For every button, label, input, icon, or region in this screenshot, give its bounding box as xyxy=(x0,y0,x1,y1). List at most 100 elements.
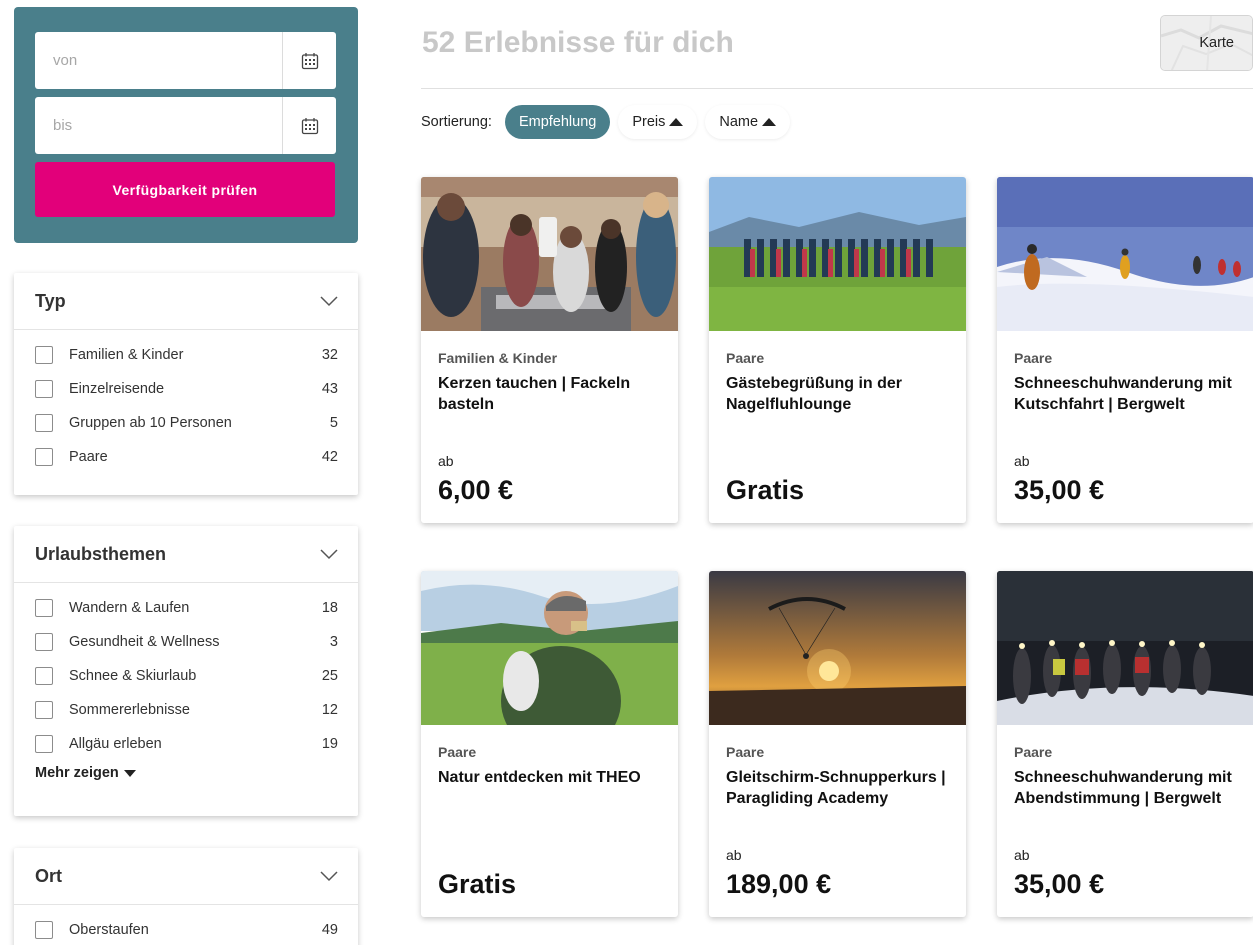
experience-card[interactable]: Paare Schneeschuhwanderung mit Abendstim… xyxy=(997,571,1253,917)
filter-option[interactable]: Paare 42 xyxy=(35,440,338,474)
experience-price: 35,00 € xyxy=(1014,869,1105,899)
filter-option-count: 19 xyxy=(321,736,338,752)
header-divider xyxy=(421,88,1253,89)
experience-category: Paare xyxy=(1014,744,1053,760)
sort-empfehlung-button[interactable]: Empfehlung xyxy=(504,105,611,139)
filter-option-label: Gesundheit & Wellness xyxy=(69,634,220,650)
chevron-down-icon[interactable] xyxy=(320,870,338,882)
filter-urlaubsthemen-title: Urlaubsthemen xyxy=(35,543,167,564)
experience-category: Paare xyxy=(438,744,477,760)
check-availability-button[interactable]: Verfügbarkeit prüfen xyxy=(35,162,335,217)
filter-option-count: 25 xyxy=(321,668,338,684)
experience-price: Gratis xyxy=(438,869,517,899)
experience-price: 6,00 € xyxy=(438,475,514,505)
filter-option[interactable]: Einzelreisende 43 xyxy=(35,372,338,406)
filter-option[interactable]: Gesundheit & Wellness 3 xyxy=(35,625,338,659)
experience-card[interactable]: Familien & Kinder Kerzen tauchen | Facke… xyxy=(421,177,678,523)
filter-option[interactable]: Familien & Kinder 32 xyxy=(35,338,338,372)
map-button[interactable]: Karte xyxy=(1160,15,1253,71)
experience-title: Kerzen tauchen | Fackeln basteln xyxy=(438,375,631,413)
checkbox[interactable] xyxy=(35,921,53,939)
checkbox[interactable] xyxy=(35,667,53,685)
experience-title: Natur entdecken mit THEO xyxy=(438,769,641,786)
filter-option-label: Oberstaufen xyxy=(69,922,149,938)
filter-option[interactable]: Gruppen ab 10 Personen 5 xyxy=(35,406,338,440)
filter-option[interactable]: Allgäu erleben 19 xyxy=(35,727,338,761)
experience-photo-candle-workshop xyxy=(421,177,678,331)
caret-down-icon xyxy=(123,769,136,777)
experience-price-prefix: ab xyxy=(438,453,454,469)
results-title: 52 Erlebnisse für dich xyxy=(422,26,734,59)
filter-option-label: Wandern & Laufen xyxy=(69,600,190,616)
show-more-label: Mehr zeigen xyxy=(35,765,119,781)
experience-category: Paare xyxy=(1014,350,1053,366)
checkbox[interactable] xyxy=(35,599,53,617)
sort-label: Sortierung: xyxy=(421,114,492,130)
experience-card[interactable]: Paare Schneeschuhwanderung mit Kutschfah… xyxy=(997,177,1253,523)
date-to-placeholder: bis xyxy=(53,117,73,134)
experience-photo-paragliding xyxy=(709,571,966,725)
experience-card[interactable]: Paare Gästebegrüßung in der Nagelfluhlou… xyxy=(709,177,966,523)
checkbox[interactable] xyxy=(35,633,53,651)
experience-title: Schneeschuhwanderung mit Abendstimmung |… xyxy=(1014,769,1232,807)
experience-price-prefix xyxy=(438,847,661,865)
filter-option-count: 42 xyxy=(321,449,338,465)
filter-option-label: Schnee & Skiurlaub xyxy=(69,668,197,684)
checkbox[interactable] xyxy=(35,735,53,753)
sort-name-button[interactable]: Name xyxy=(705,105,791,139)
experience-title: Gleitschirm-Schnupperkurs | Paragliding … xyxy=(726,769,946,807)
experience-card[interactable]: Paare Gleitschirm-Schnupperkurs | Paragl… xyxy=(709,571,966,917)
filter-option-count: 18 xyxy=(321,600,338,616)
filter-ort: Ort Oberstaufen 49 xyxy=(14,848,358,945)
filter-option-count: 43 xyxy=(321,381,338,397)
filter-option-count: 49 xyxy=(321,922,338,938)
experience-photo-nature-guide xyxy=(421,571,678,725)
filter-option-count: 12 xyxy=(321,702,338,718)
experience-category: Paare xyxy=(726,744,765,760)
filter-typ-title: Typ xyxy=(35,290,66,311)
checkbox[interactable] xyxy=(35,414,53,432)
experience-card[interactable]: Paare Natur entdecken mit THEO Gratis xyxy=(421,571,678,917)
chevron-down-icon[interactable] xyxy=(320,548,338,560)
show-more-link[interactable]: Mehr zeigen xyxy=(35,765,136,781)
experience-price: 189,00 € xyxy=(726,869,832,899)
filter-typ: Typ Familien & Kinder 32 Einzelreisende 43… xyxy=(14,273,358,495)
checkbox[interactable] xyxy=(35,346,53,364)
filter-option[interactable]: Oberstaufen 49 xyxy=(35,913,338,945)
experience-photo-snowshoe-day xyxy=(997,177,1253,331)
experience-price-prefix: ab xyxy=(1014,847,1030,863)
filter-urlaubsthemen: Urlaubsthemen Wandern & Laufen 18 Gesundh… xyxy=(14,526,358,816)
date-panel: von bis Verfügbarkeit prüfen xyxy=(14,7,358,243)
date-from-field[interactable]: von xyxy=(35,32,336,89)
experience-price-prefix xyxy=(726,453,949,471)
experience-title: Gästebegrüßung in der Nagelfluhlounge xyxy=(726,375,903,413)
filter-ort-header[interactable]: Ort xyxy=(14,848,358,905)
calendar-icon[interactable] xyxy=(282,32,336,89)
date-to-field[interactable]: bis xyxy=(35,97,336,154)
chevron-down-icon[interactable] xyxy=(320,295,338,307)
experience-category: Familien & Kinder xyxy=(438,350,558,366)
experience-photo-welcome-group xyxy=(709,177,966,331)
checkbox[interactable] xyxy=(35,701,53,719)
experience-photo-snowshoe-evening xyxy=(997,571,1253,725)
sort-price-label: Preis xyxy=(632,114,666,130)
filter-option-count: 3 xyxy=(329,634,338,650)
filter-option-label: Sommererlebnisse xyxy=(69,702,190,718)
filter-urlaubsthemen-header[interactable]: Urlaubsthemen xyxy=(14,526,358,583)
filter-option[interactable]: Sommererlebnisse 12 xyxy=(35,693,338,727)
sort-ascending-icon xyxy=(669,118,684,126)
experience-category: Paare xyxy=(726,350,765,366)
filter-option[interactable]: Wandern & Laufen 18 xyxy=(35,591,338,625)
filter-option-label: Gruppen ab 10 Personen xyxy=(69,415,232,431)
sort-ascending-icon xyxy=(762,118,777,126)
map-button-label: Karte xyxy=(1199,35,1234,51)
calendar-icon[interactable] xyxy=(282,97,336,154)
filter-option[interactable]: Schnee & Skiurlaub 25 xyxy=(35,659,338,693)
filter-option-label: Paare xyxy=(69,449,108,465)
checkbox[interactable] xyxy=(35,448,53,466)
filter-typ-header[interactable]: Typ xyxy=(14,273,358,330)
sort-price-button[interactable]: Preis xyxy=(618,105,698,139)
experience-price-prefix: ab xyxy=(1014,453,1030,469)
checkbox[interactable] xyxy=(35,380,53,398)
experience-price: 35,00 € xyxy=(1014,475,1105,505)
